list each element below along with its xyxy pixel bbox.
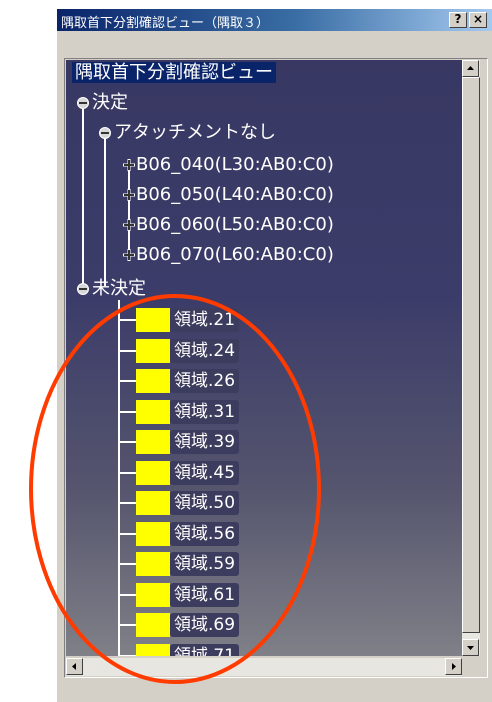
window-title: 隅取首下分割確認ビュー（隅取３） bbox=[61, 16, 270, 31]
scroll-right-button[interactable] bbox=[445, 658, 462, 675]
scroll-down-button[interactable] bbox=[462, 639, 479, 656]
tree-node-b06-050[interactable]: B06_050(L40:AB0:C0) bbox=[136, 184, 334, 206]
arrow-right-icon bbox=[452, 663, 456, 670]
help-button[interactable]: ? bbox=[449, 12, 467, 28]
highlight-ellipse bbox=[29, 294, 321, 684]
tree-node-b06-040[interactable]: B06_040(L30:AB0:C0) bbox=[136, 154, 334, 176]
tree-node-b06-070[interactable]: B06_070(L60:AB0:C0) bbox=[136, 244, 334, 266]
tree-root-label: 隅取首下分割確認ビュー bbox=[72, 62, 276, 83]
plus-icon[interactable] bbox=[122, 248, 136, 262]
close-button[interactable]: × bbox=[469, 12, 487, 28]
tree-node-decided[interactable]: 決定 bbox=[92, 92, 128, 114]
vertical-scrollbar[interactable] bbox=[462, 60, 480, 656]
minus-icon[interactable] bbox=[76, 96, 90, 110]
tree-connector bbox=[128, 160, 130, 256]
plus-icon[interactable] bbox=[122, 188, 136, 202]
title-bar[interactable]: 隅取首下分割確認ビュー（隅取３） ? × bbox=[57, 9, 492, 31]
tree-connector bbox=[82, 100, 84, 292]
arrow-up-icon bbox=[467, 66, 474, 70]
tree-node-b06-060[interactable]: B06_060(L50:AB0:C0) bbox=[136, 214, 334, 236]
tree-connector bbox=[104, 130, 106, 286]
scrollbar-thumb[interactable] bbox=[462, 77, 480, 633]
tree-node-attachment-group[interactable]: アタッチメントなし bbox=[114, 122, 276, 144]
plus-icon[interactable] bbox=[122, 218, 136, 232]
scroll-up-button[interactable] bbox=[462, 60, 479, 77]
arrow-down-icon bbox=[467, 646, 474, 650]
minus-icon[interactable] bbox=[98, 126, 112, 140]
tree-root[interactable]: 隅取首下分割確認ビュー bbox=[72, 62, 276, 84]
plus-icon[interactable] bbox=[122, 158, 136, 172]
